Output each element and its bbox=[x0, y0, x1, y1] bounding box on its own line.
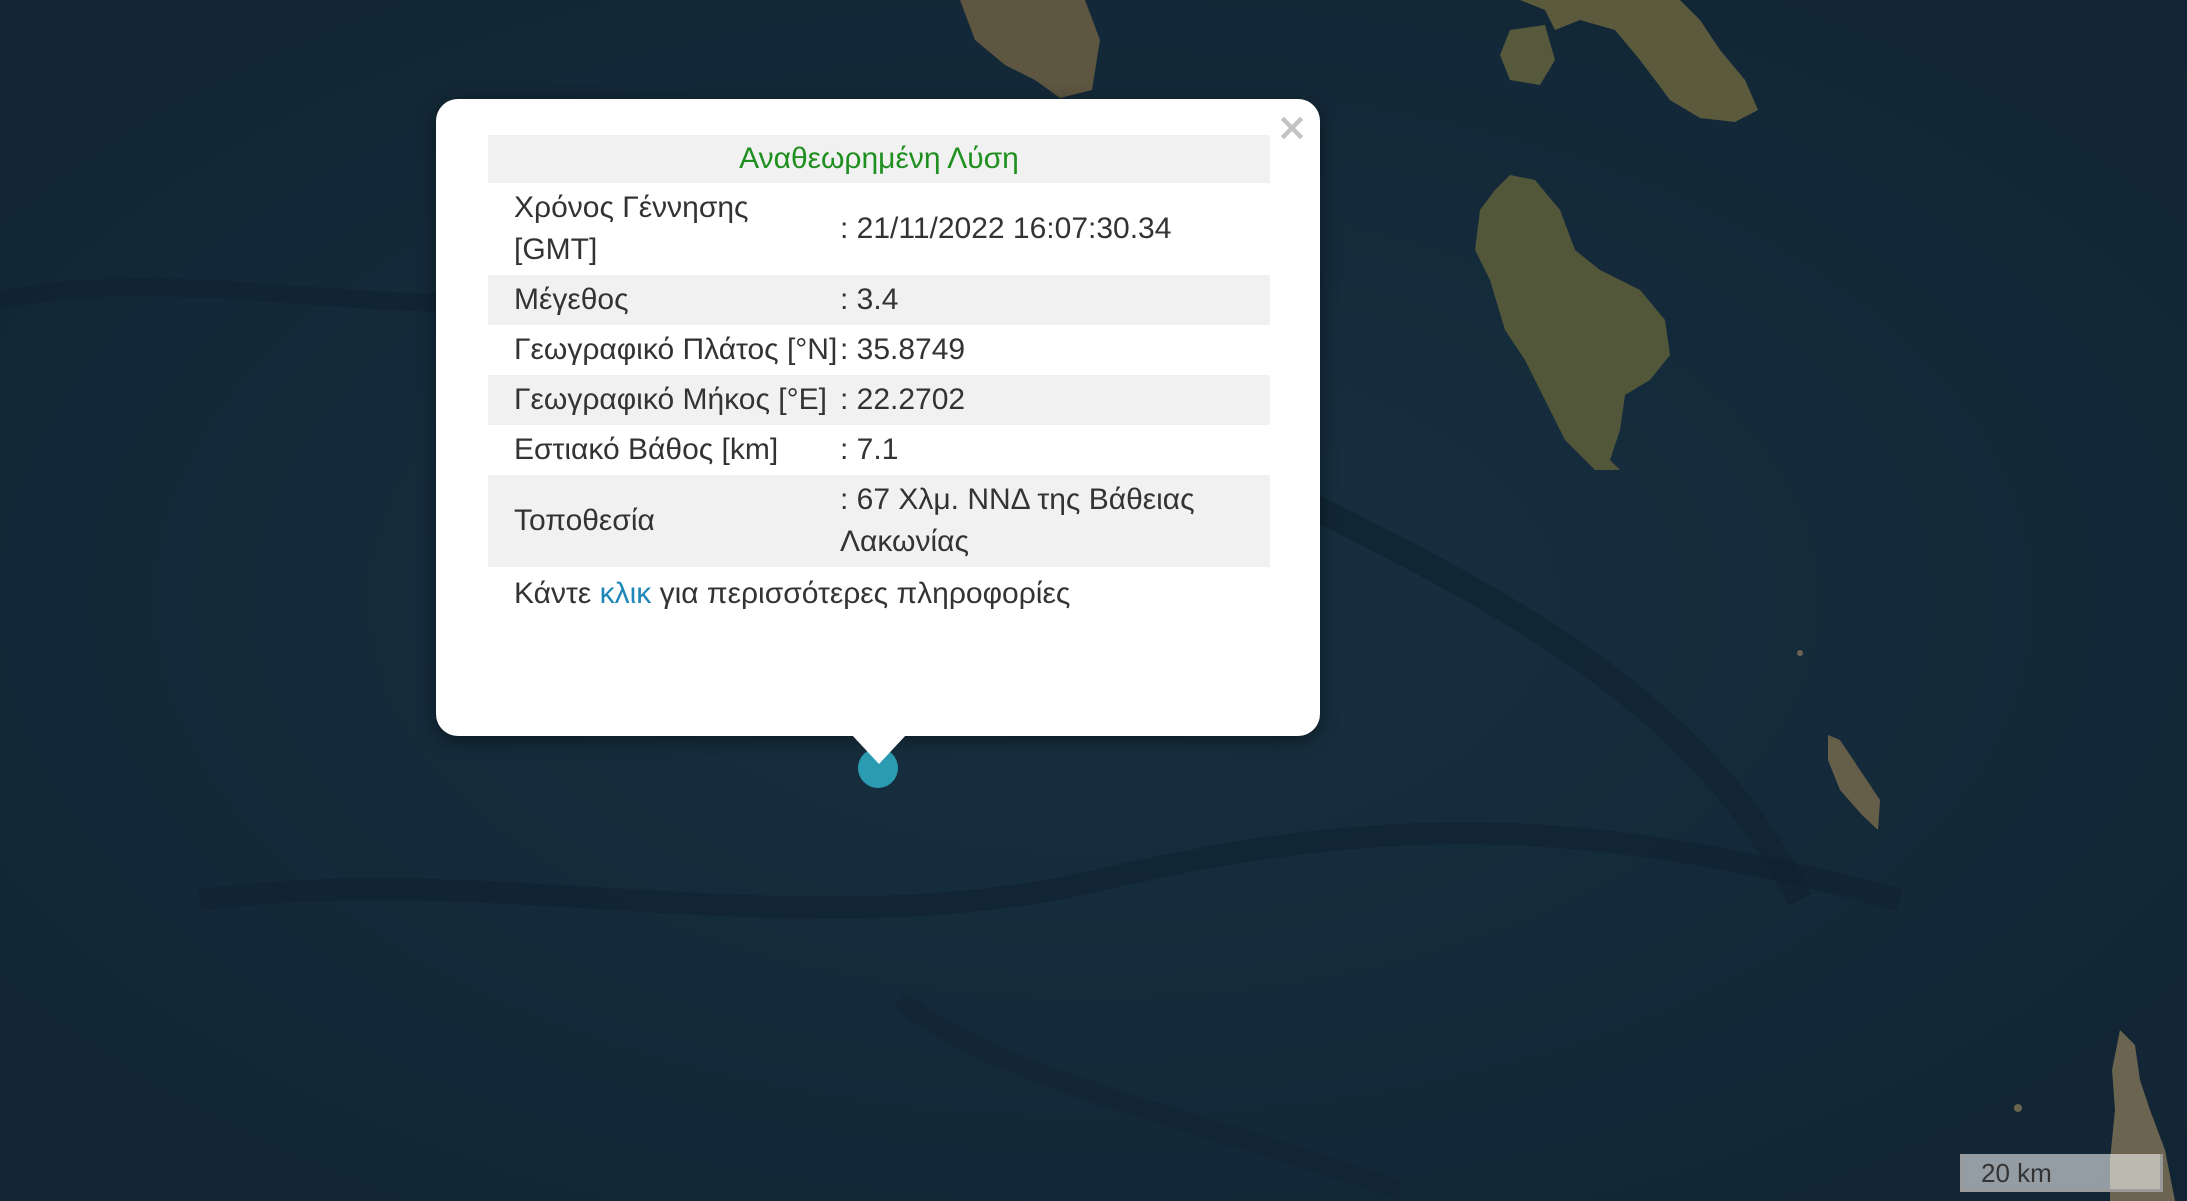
earthquake-info-popup: × Αναθεωρημένη Λύση Χρόνος Γέννησης [GMT… bbox=[436, 99, 1320, 736]
latitude-label: Γεωγραφικό Πλάτος [°N] bbox=[514, 333, 838, 366]
table-row-origin-time: Χρόνος Γέννησης [GMT] : 21/11/2022 16:07… bbox=[488, 183, 1270, 275]
location-label: Τοποθεσία bbox=[488, 475, 840, 567]
table-row-latitude: Γεωγραφικό Πλάτος [°N] : 35.8749 bbox=[488, 325, 1270, 375]
earthquake-info-table: Αναθεωρημένη Λύση Χρόνος Γέννησης [GMT] … bbox=[488, 135, 1270, 619]
islet-dot bbox=[1797, 650, 1803, 656]
table-row-depth: Εστιακό Βάθος [km] : 7.1 bbox=[488, 425, 1270, 475]
close-icon[interactable]: × bbox=[1276, 107, 1308, 147]
longitude-value: : 22.2702 bbox=[840, 375, 1270, 425]
magnitude-label: Μέγεθος bbox=[488, 275, 840, 325]
table-row-location: Τοποθεσία : 67 Χλμ. ΝΝΔ της Βάθειας Λακω… bbox=[488, 475, 1270, 567]
depth-value: : 7.1 bbox=[840, 433, 899, 466]
origin-time-label: Χρόνος Γέννησης [GMT] bbox=[514, 191, 749, 266]
origin-time-value: : 21/11/2022 16:07:30.34 bbox=[840, 212, 1172, 245]
latitude-value: : 35.8749 bbox=[840, 333, 966, 366]
scale-bar: 20 km bbox=[1960, 1154, 2163, 1192]
table-row-longitude: Γεωγραφικό Μήκος [°E] : 22.2702 bbox=[488, 375, 1270, 425]
depth-label: Εστιακό Βάθος [km] bbox=[514, 433, 779, 466]
more-info-prefix: Κάντε bbox=[514, 577, 592, 610]
solution-heading: Αναθεωρημένη Λύση bbox=[488, 135, 1270, 183]
islet-dot bbox=[2014, 1104, 2022, 1112]
longitude-label: Γεωγραφικό Μήκος [°E] bbox=[488, 375, 840, 425]
magnitude-value: : 3.4 bbox=[840, 275, 1270, 325]
table-header-row: Αναθεωρημένη Λύση bbox=[488, 135, 1270, 183]
more-info-row: Κάντε κλικ για περισσότερες πληροφορίες bbox=[488, 567, 1270, 619]
more-info-suffix: για περισσότερες πληροφορίες bbox=[659, 577, 1071, 610]
table-row-magnitude: Μέγεθος : 3.4 bbox=[488, 275, 1270, 325]
more-info-link[interactable]: κλικ bbox=[600, 577, 652, 610]
popup-tip bbox=[851, 734, 907, 764]
more-info-text: Κάντε κλικ για περισσότερες πληροφορίες bbox=[488, 567, 1270, 619]
location-value: : 67 Χλμ. ΝΝΔ της Βάθειας Λακωνίας bbox=[840, 475, 1270, 567]
